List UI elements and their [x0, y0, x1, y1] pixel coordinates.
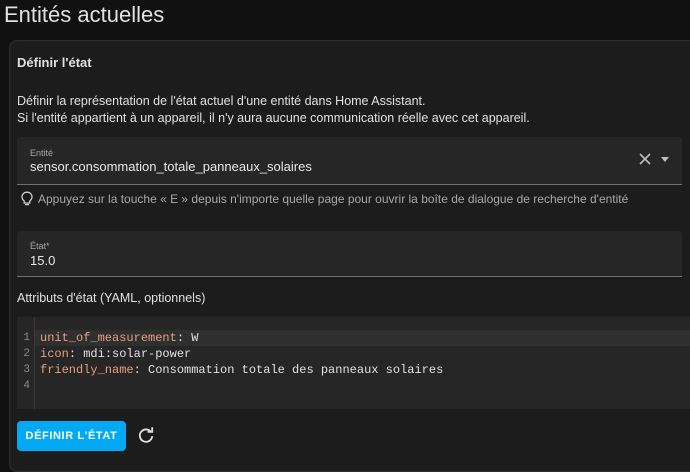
- code-line[interactable]: friendly_name: Consommation totale des p…: [40, 363, 443, 377]
- card-description: Définir la représentation de l'état actu…: [17, 93, 530, 127]
- page-title: Entités actuelles: [4, 2, 165, 27]
- entity-field-value[interactable]: sensor.consommation_totale_panneaux_sola…: [30, 159, 312, 174]
- yaml-value: : Consommation totale des panneaux solai…: [133, 363, 444, 377]
- line-number: 3: [23, 364, 30, 376]
- entity-field-label: Entité: [30, 148, 54, 158]
- state-field-label: État*: [30, 241, 50, 251]
- refresh-icon[interactable]: [136, 426, 156, 446]
- yaml-value: : mdi:solar-power: [68, 347, 192, 361]
- description-line-2: Si l'entité appartient à un appareil, il…: [17, 111, 530, 125]
- line-number: 4: [23, 380, 30, 392]
- lightbulb-icon: [21, 191, 33, 206]
- state-field-value[interactable]: 15.0: [30, 253, 55, 268]
- close-icon[interactable]: [637, 151, 653, 167]
- yaml-key: unit_of_measurement: [40, 331, 177, 345]
- line-number: 1: [23, 332, 30, 344]
- code-line[interactable]: icon: mdi:solar-power: [40, 347, 191, 361]
- code-line[interactable]: unit_of_measurement: W: [40, 331, 198, 345]
- yaml-key: icon: [40, 347, 69, 361]
- chevron-down-icon[interactable]: [657, 151, 673, 167]
- line-number: 2: [23, 348, 30, 360]
- card-title: Définir l'état: [17, 55, 92, 70]
- description-line-1: Définir la représentation de l'état actu…: [17, 94, 426, 108]
- line-number-gutter: 1 2 3 4: [17, 317, 35, 409]
- yaml-value: : W: [176, 331, 199, 345]
- yaml-editor[interactable]: 1 2 3 4 unit_of_measurement: W icon: mdi…: [17, 317, 690, 409]
- entity-picker[interactable]: Entité sensor.consommation_totale_pannea…: [17, 137, 682, 185]
- state-input[interactable]: État* 15.0: [17, 231, 682, 277]
- yaml-key: friendly_name: [40, 363, 134, 377]
- set-state-button[interactable]: DÉFINIR L'ÉTAT: [17, 421, 126, 451]
- hint-text: Appuyez sur la touche « E » depuis n'imp…: [38, 192, 629, 206]
- attributes-label: Attributs d'état (YAML, optionnels): [17, 291, 206, 305]
